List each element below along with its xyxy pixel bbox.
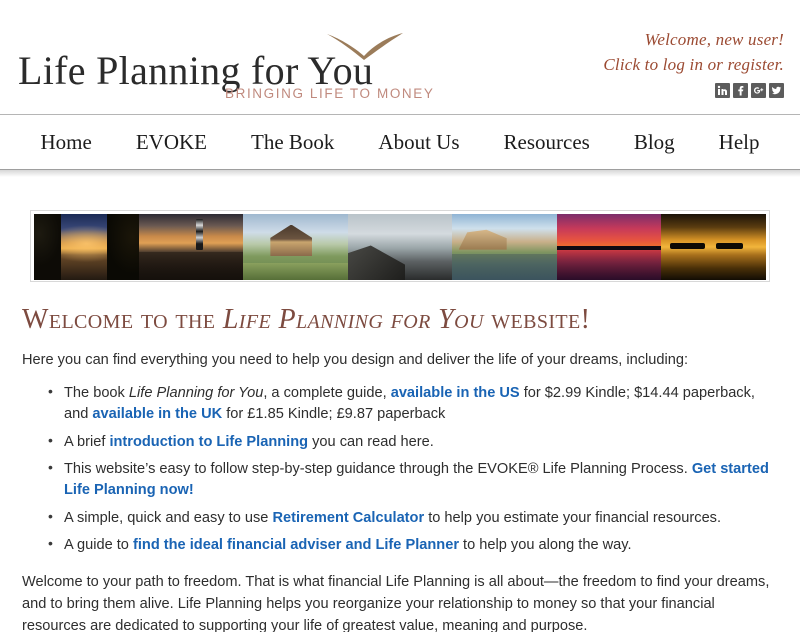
facebook-icon[interactable] [733,83,748,99]
linkedin-icon[interactable] [715,83,730,99]
nav-item-help[interactable]: Help [715,128,764,157]
closing-paragraph: Welcome to your path to freedom. That is… [22,574,770,632]
list-item: A simple, quick and easy to use Retireme… [48,507,778,529]
logo-wordmark: Life Planning for You [18,48,374,93]
content-link[interactable]: available in the US [391,385,520,401]
site-logo[interactable]: Life Planning for You BRINGING LIFE TO M… [18,30,438,110]
list-item: The book Life Planning for You, a comple… [48,382,778,424]
nav-item-resources[interactable]: Resources [500,128,594,157]
list-item-text: to help you estimate your financial reso… [424,509,722,526]
feature-list: The book Life Planning for You, a comple… [22,382,778,556]
photo-cliff [347,214,453,280]
list-item-text: for £1.85 Kindle; £9.87 paperback [222,405,446,422]
list-item-text: , a complete guide, [263,385,391,402]
photo-banner [30,210,770,282]
googleplus-icon[interactable] [751,83,766,99]
page-title-book-name: Life Planning for You [222,304,484,335]
book-title-emphasis: Life Planning for You [128,385,264,402]
photo-coastal-tidepools [452,214,557,280]
header-account-area: Welcome, new user! Click to log in or re… [444,28,784,99]
main-navigation: Home EVOKE The Book About Us Resources B… [0,115,800,169]
content-link[interactable]: find the ideal financial adviser and Lif… [133,537,459,553]
photo-cabin-house [243,214,348,280]
page-title: Welcome to the Life Planning for You web… [22,304,778,336]
list-item-text: A simple, quick and easy to use [64,509,273,526]
list-item-text: A brief [64,433,110,450]
list-item: A brief introduction to Life Planning yo… [48,431,778,453]
intro-paragraph: Here you can find everything you need to… [22,352,689,368]
site-header: Life Planning for You BRINGING LIFE TO M… [0,0,800,114]
list-item-text: to help you along the way. [459,537,632,554]
content-link[interactable]: introduction to Life Planning [109,434,308,450]
twitter-icon[interactable] [769,83,784,99]
nav-item-about-us[interactable]: About Us [374,128,463,157]
list-item-text: This website’s easy to follow step-by-st… [64,461,692,478]
list-item: This website’s easy to follow step-by-st… [48,458,778,500]
photo-lake-sunset [34,214,139,280]
social-links [444,83,784,99]
login-register-link[interactable]: Click to log in or register. [444,53,784,78]
nav-item-the-book[interactable]: The Book [247,128,338,157]
photo-magenta-sunset [556,214,662,280]
list-item-text: The book [64,385,129,402]
main-content: Welcome to the Life Planning for You web… [0,282,800,632]
photo-golden-sunset [661,214,767,280]
list-item: A guide to find the ideal financial advi… [48,534,778,556]
nav-item-home[interactable]: Home [37,128,96,157]
nav-item-evoke[interactable]: EVOKE [132,128,211,157]
nav-item-blog[interactable]: Blog [630,128,679,157]
logo-tagline: BRINGING LIFE TO MONEY [225,86,435,101]
page-title-part2: website! [483,304,591,335]
content-link[interactable]: available in the UK [92,406,222,422]
photo-lighthouse [138,214,244,280]
page-title-part1: Welcome to the [22,304,223,335]
welcome-greeting: Welcome, new user! [644,30,784,49]
nav-shadow [0,170,800,177]
list-item-text: A guide to [64,537,133,554]
list-item-text: you can read here. [308,433,434,450]
content-link[interactable]: Retirement Calculator [272,510,424,526]
